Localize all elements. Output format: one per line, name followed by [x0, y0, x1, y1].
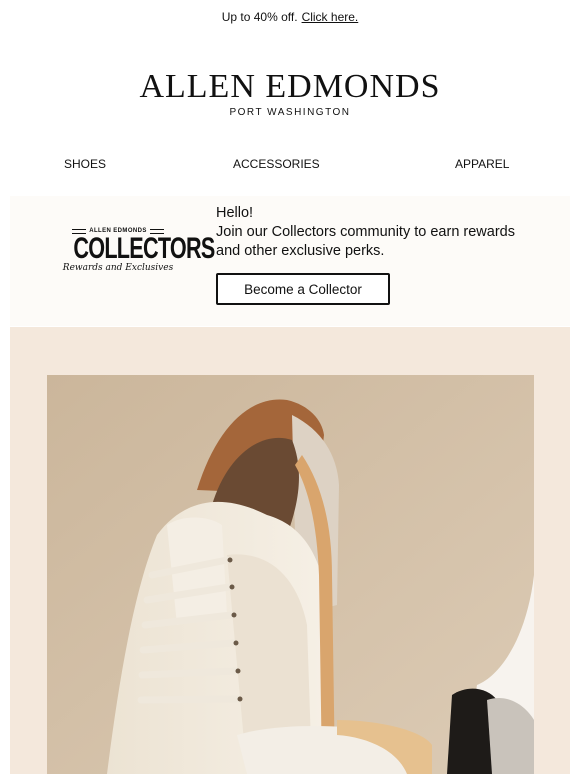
brand-logo-name: ALLEN EDMONDS: [139, 68, 441, 105]
collectors-logo: ALLEN EDMONDS COLLECTORS Rewards and Exc…: [56, 228, 215, 282]
main-nav: SHOES ACCESSORIES APPAREL: [0, 157, 580, 175]
collectors-logo-main: COLLECTORS: [73, 232, 215, 265]
brand-logo-subtitle: PORT WASHINGTON: [229, 107, 351, 118]
nav-item-apparel[interactable]: APPAREL: [455, 157, 509, 171]
brand-header[interactable]: ALLEN EDMONDS PORT WASHINGTON: [0, 68, 580, 118]
collectors-message: Hello! Join our Collectors community to …: [216, 204, 536, 261]
nav-item-accessories[interactable]: ACCESSORIES: [233, 157, 320, 171]
promo-text: Up to 40% off.: [221, 10, 298, 24]
sneaker-illustration: [47, 375, 534, 774]
collectors-banner: ALLEN EDMONDS COLLECTORS Rewards and Exc…: [10, 196, 570, 326]
become-collector-button[interactable]: Become a Collector: [216, 273, 390, 305]
nav-item-shoes[interactable]: SHOES: [64, 157, 106, 171]
hero-image[interactable]: [47, 375, 534, 774]
promo-link[interactable]: Click here.: [302, 10, 359, 24]
promo-bar: Up to 40% off. Click here.: [0, 0, 580, 34]
greeting-text: Hello!: [216, 205, 254, 221]
invite-text: Join our Collectors community to earn re…: [216, 224, 515, 259]
